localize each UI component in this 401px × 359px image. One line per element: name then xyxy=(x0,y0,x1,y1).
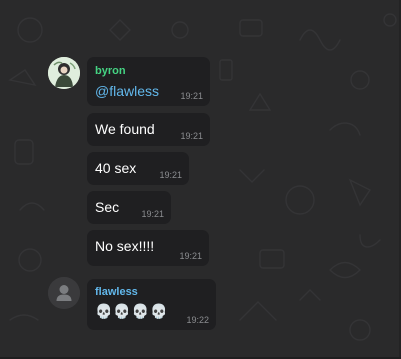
message-timestamp: 19:21 xyxy=(179,251,202,261)
sender-name[interactable]: byron xyxy=(95,65,126,77)
message-bubble[interactable]: 40 sex 19:21 xyxy=(87,152,189,185)
user-photo-icon xyxy=(48,57,80,89)
message-timestamp: 19:21 xyxy=(141,209,164,219)
message-bubble[interactable]: flawless 💀💀💀💀 19:22 xyxy=(87,279,216,330)
message-bubble[interactable]: No sex!!!! 19:21 xyxy=(87,230,209,266)
message-text: We found xyxy=(95,121,155,137)
default-user-icon xyxy=(48,277,80,309)
avatar-flawless[interactable] xyxy=(48,277,80,309)
message-text: No sex!!!! xyxy=(95,238,155,254)
message-text: 💀💀💀💀 xyxy=(95,303,169,319)
message-text: Sec xyxy=(95,199,120,215)
message-timestamp: 19:21 xyxy=(159,170,182,180)
message-bubble[interactable]: Sec 19:21 xyxy=(87,191,171,224)
message-bubble[interactable]: byron @flawless 19:21 xyxy=(87,57,210,106)
message-timestamp: 19:21 xyxy=(180,91,203,101)
message-timestamp: 19:21 xyxy=(180,131,203,141)
message-text: 40 sex xyxy=(95,160,137,176)
message-bubble[interactable]: We found 19:21 xyxy=(87,113,210,146)
message-timestamp: 19:22 xyxy=(186,315,209,325)
mention-link[interactable]: @flawless xyxy=(95,83,159,99)
sender-name[interactable]: flawless xyxy=(95,286,138,298)
avatar-byron[interactable] xyxy=(48,57,80,89)
